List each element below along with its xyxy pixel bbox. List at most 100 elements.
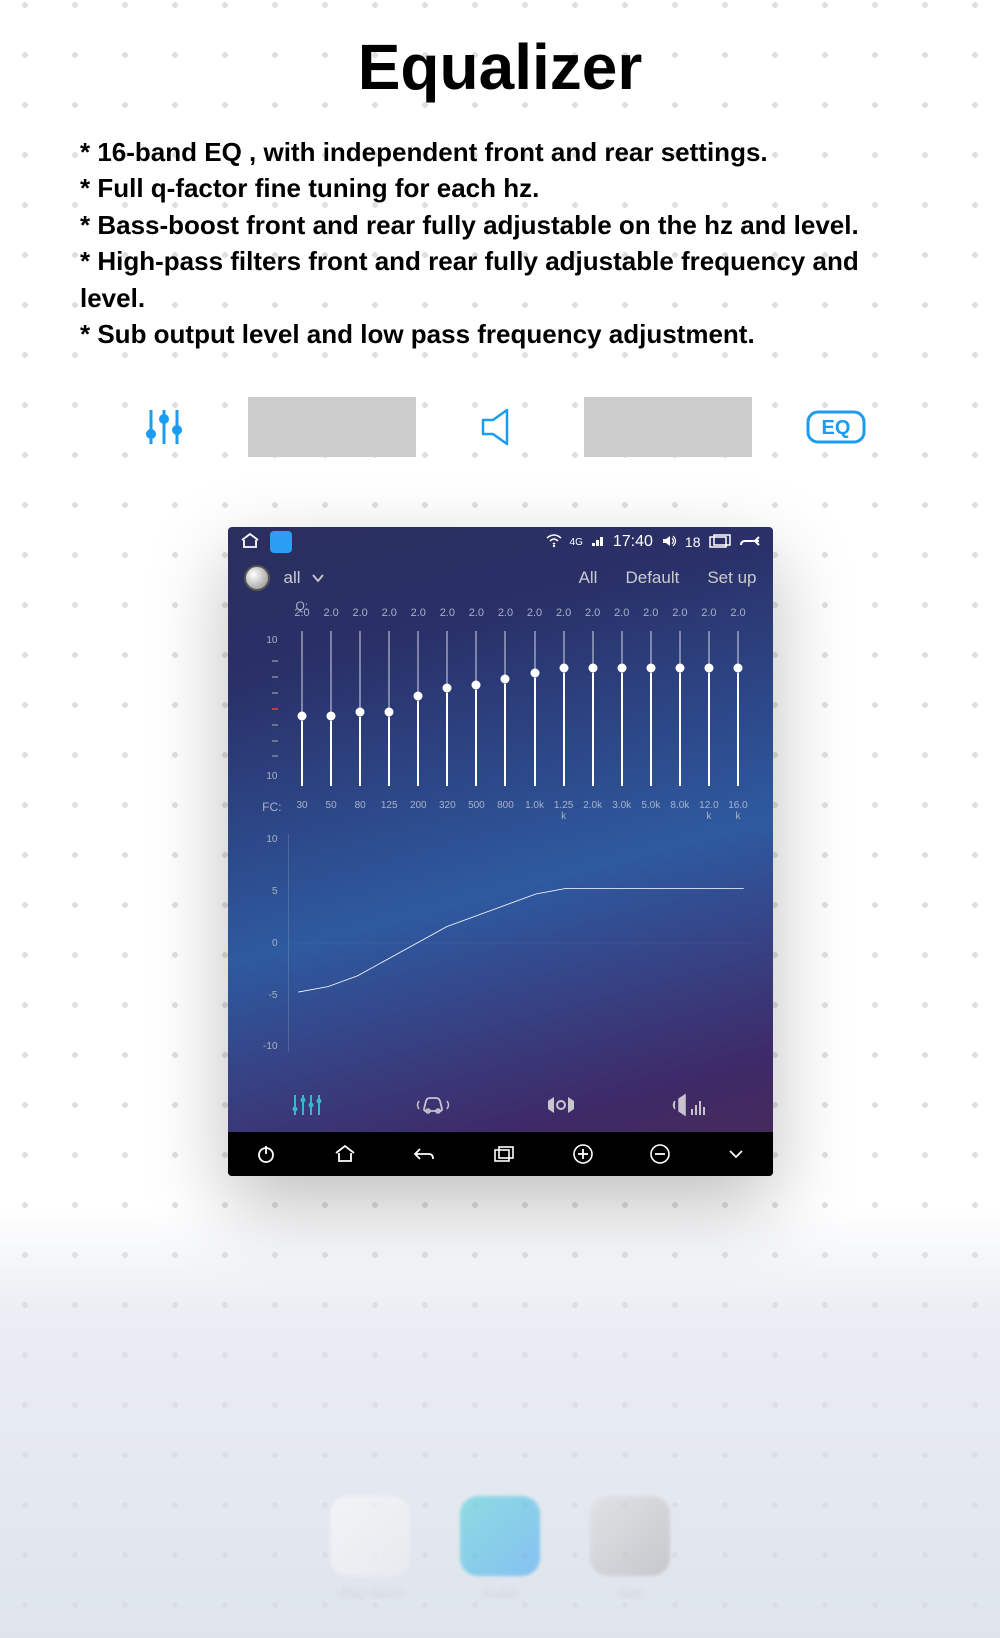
- q-value[interactable]: 2.0: [578, 607, 607, 619]
- fc-value: 800: [491, 800, 520, 822]
- feature-line: * High-pass filters front and rear fully…: [80, 243, 920, 316]
- assistive-touch-icon[interactable]: [244, 565, 270, 591]
- q-value[interactable]: 2.0: [607, 607, 636, 619]
- q-value[interactable]: 2.0: [520, 607, 549, 619]
- status-volume: 18: [685, 534, 701, 550]
- bg-app-radio: Radio: [460, 1496, 540, 1598]
- q-value[interactable]: 2.0: [433, 607, 462, 619]
- mode-tab-bar: [228, 1082, 773, 1132]
- svg-text:EQ: EQ: [822, 417, 851, 439]
- q-value[interactable]: 2.0: [462, 607, 491, 619]
- dropdown-icon[interactable]: [311, 568, 325, 588]
- feature-line: * Bass-boost front and rear fully adjust…: [80, 207, 920, 243]
- btn-setup[interactable]: Set up: [707, 568, 756, 588]
- eq-band-slider[interactable]: [636, 631, 665, 786]
- q-value[interactable]: 2.0: [317, 607, 346, 619]
- fc-value: 30: [288, 800, 317, 822]
- q-value[interactable]: 2.0: [636, 607, 665, 619]
- q-value[interactable]: 2.0: [694, 607, 723, 619]
- fc-values: 3050801252003205008001.0k1.25k2.0k3.0k5.…: [288, 800, 753, 822]
- eq-sliders: 10 10: [228, 619, 773, 794]
- eq-band-slider[interactable]: [462, 631, 491, 786]
- q-values: 2.02.02.02.02.02.02.02.02.02.02.02.02.02…: [288, 607, 753, 619]
- app-running-icon: [270, 531, 292, 553]
- eq-band-slider[interactable]: [723, 631, 752, 786]
- eq-band-slider[interactable]: [520, 631, 549, 786]
- nav-back[interactable]: [412, 1145, 436, 1163]
- page-title: Equalizer: [0, 0, 1000, 104]
- eq-band-slider[interactable]: [404, 631, 433, 786]
- preset-label: all: [284, 568, 301, 588]
- status-time: 17:40: [613, 533, 653, 551]
- eq-band-slider[interactable]: [578, 631, 607, 786]
- q-label: Q:: [296, 599, 309, 613]
- y-axis-bottom: 10: [244, 771, 278, 782]
- tab-eq-icon[interactable]: EQ: [752, 402, 920, 452]
- fc-value: 80: [346, 800, 375, 822]
- background-home-shelf: Play Store Radio Sett: [0, 1208, 1000, 1638]
- device-screenshot: 4G 17:40 18 all: [228, 527, 773, 1176]
- back-arrow-icon[interactable]: [739, 534, 761, 551]
- fc-value: 200: [404, 800, 433, 822]
- graph-y-tick: 5: [244, 886, 278, 897]
- graph-y-tick: -5: [244, 990, 278, 1001]
- fc-value: 3.0k: [607, 800, 636, 822]
- nav-power[interactable]: [255, 1143, 277, 1165]
- nav-minus[interactable]: [649, 1143, 671, 1165]
- volume-icon: [661, 534, 677, 551]
- fc-value: 50: [317, 800, 346, 822]
- fc-value: 500: [462, 800, 491, 822]
- q-value[interactable]: 2.0: [549, 607, 578, 619]
- fc-value: 320: [433, 800, 462, 822]
- nav-chevron-down[interactable]: [727, 1148, 745, 1160]
- fc-value: 2.0k: [578, 800, 607, 822]
- eq-band-slider[interactable]: [375, 631, 404, 786]
- feature-list: * 16-band EQ , with independent front an…: [80, 134, 920, 352]
- eq-band-slider[interactable]: [491, 631, 520, 786]
- tab-balance[interactable]: [540, 1091, 582, 1124]
- q-value[interactable]: 2.0: [665, 607, 694, 619]
- eq-band-slider[interactable]: [607, 631, 636, 786]
- eq-band-slider[interactable]: [288, 631, 317, 786]
- q-value[interactable]: 2.0: [375, 607, 404, 619]
- q-value[interactable]: 2.0: [404, 607, 433, 619]
- feature-line: * Sub output level and low pass frequenc…: [80, 316, 920, 352]
- eq-band-slider[interactable]: [694, 631, 723, 786]
- graph-y-tick: 0: [244, 938, 278, 949]
- fc-value: 1.0k: [520, 800, 549, 822]
- system-nav-bar: [228, 1132, 773, 1176]
- sub-toolbar: all All Default Set up: [228, 557, 773, 599]
- q-value[interactable]: 2.0: [346, 607, 375, 619]
- eq-band-slider[interactable]: [665, 631, 694, 786]
- fc-value: 16.0k: [723, 800, 752, 822]
- tab-car-audio[interactable]: [410, 1091, 456, 1124]
- fc-value: 12.0k: [694, 800, 723, 822]
- feature-line: * 16-band EQ , with independent front an…: [80, 134, 920, 170]
- fc-value: 8.0k: [665, 800, 694, 822]
- graph-y-tick: -10: [244, 1041, 278, 1052]
- nav-plus[interactable]: [572, 1143, 594, 1165]
- home-icon: [240, 533, 260, 552]
- y-axis-top: 10: [244, 635, 278, 646]
- cell-icon: [591, 534, 605, 550]
- btn-default[interactable]: Default: [625, 568, 679, 588]
- nav-home[interactable]: [333, 1144, 357, 1164]
- tab-output[interactable]: [665, 1091, 711, 1124]
- bg-app-playstore: Play Store: [330, 1496, 410, 1598]
- tab-eq-sliders[interactable]: [289, 1091, 327, 1124]
- nav-recent[interactable]: [492, 1144, 516, 1164]
- eq-band-slider[interactable]: [433, 631, 462, 786]
- tab-speaker-icon[interactable]: [416, 402, 584, 452]
- bg-app-settings: Sett: [590, 1496, 670, 1598]
- q-value[interactable]: 2.0: [491, 607, 520, 619]
- feature-line: * Full q-factor fine tuning for each hz.: [80, 170, 920, 206]
- tab-sliders-icon[interactable]: [80, 402, 248, 452]
- btn-all[interactable]: All: [579, 568, 598, 588]
- q-value[interactable]: 2.0: [723, 607, 752, 619]
- wifi-icon: [546, 534, 562, 551]
- eq-band-slider[interactable]: [317, 631, 346, 786]
- eq-band-slider[interactable]: [346, 631, 375, 786]
- response-graph: 10 5 0 -5 -10: [228, 822, 773, 1082]
- graph-y-tick: 10: [244, 834, 278, 845]
- eq-band-slider[interactable]: [549, 631, 578, 786]
